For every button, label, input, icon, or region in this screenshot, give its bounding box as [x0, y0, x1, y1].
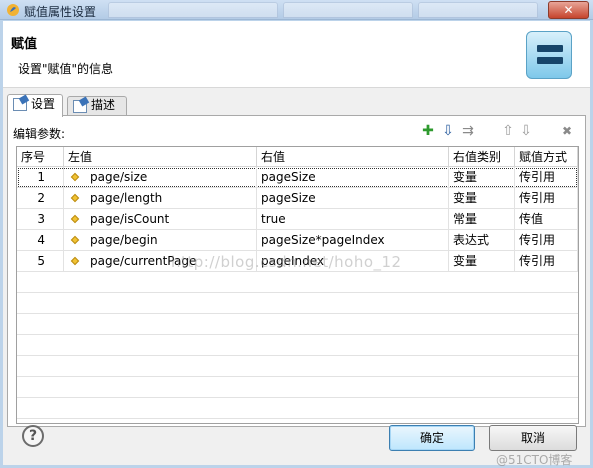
table-row[interactable]: 2 page/length pageSize 变量 传引用 — [17, 188, 578, 209]
cell-left-text: page/begin — [90, 233, 158, 247]
cell-right[interactable]: pageSize — [257, 188, 449, 208]
column-header-type[interactable]: 右值类别 — [449, 147, 515, 167]
ok-button[interactable]: 确定 — [389, 425, 475, 451]
watermark-corner: @51CTO博客 — [496, 453, 573, 467]
tab-settings[interactable]: 设置 — [7, 94, 63, 117]
move-up-icon[interactable]: ⇧ — [500, 123, 516, 139]
cell-right[interactable]: pageSize — [257, 167, 449, 187]
cell-type[interactable]: 表达式 — [449, 230, 515, 250]
close-button[interactable]: ✕ — [548, 1, 589, 19]
add-icon[interactable]: ✚ — [420, 123, 436, 139]
variable-diamond-icon — [70, 172, 80, 182]
cell-left-text: page/length — [90, 191, 163, 205]
column-header-no[interactable]: 序号 — [17, 147, 64, 167]
background-tab — [418, 2, 538, 18]
cell-no: 4 — [17, 230, 64, 250]
tab-description[interactable]: 描述 — [67, 96, 127, 115]
header-description: 设置"赋值"的信息 — [18, 62, 114, 76]
description-tab-icon — [73, 100, 87, 113]
background-tab — [108, 2, 278, 18]
empty-row — [17, 293, 578, 314]
header-title: 赋值 — [11, 37, 38, 52]
params-table: 序号 左值 右值 右值类别 赋值方式 1 page/size pageSize … — [16, 146, 579, 424]
cell-type[interactable]: 变量 — [449, 167, 515, 187]
cell-no: 1 — [17, 167, 64, 187]
settings-panel: 编辑参数: ✚ ⇩ ⇉ ⇧ ⇩ ✖ 序号 左值 右值 右值类别 赋值方式 1 p… — [7, 115, 586, 427]
cell-left-text: page/size — [90, 170, 148, 184]
dialog: 赋值 设置"赋值"的信息 设置 描述 编辑参数: ✚ ⇩ ⇉ ⇧ ⇩ ✖ 序号 … — [3, 21, 590, 467]
insert-icon[interactable]: ⇉ — [460, 123, 476, 139]
cell-no: 5 — [17, 251, 64, 271]
cell-right[interactable]: pageSize*pageIndex — [257, 230, 449, 250]
cell-left-text: page/isCount — [90, 212, 170, 226]
table-row[interactable]: 4 page/begin pageSize*pageIndex 表达式 传引用 — [17, 230, 578, 251]
params-label: 编辑参数: — [13, 127, 66, 141]
variable-diamond-icon — [70, 256, 80, 266]
dialog-header: 赋值 设置"赋值"的信息 — [3, 21, 590, 88]
app-logo-icon — [6, 3, 20, 17]
cell-mode[interactable]: 传引用 — [515, 251, 578, 271]
cell-mode[interactable]: 传引用 — [515, 230, 578, 250]
column-header-right[interactable]: 右值 — [257, 147, 449, 167]
cell-mode[interactable]: 传引用 — [515, 188, 578, 208]
cell-type[interactable]: 常量 — [449, 209, 515, 229]
assignment-equals-icon — [526, 31, 572, 79]
window-title: 赋值属性设置 — [24, 5, 97, 19]
cell-left[interactable]: page/size — [64, 167, 257, 187]
settings-tab-icon — [13, 98, 27, 111]
delete-icon[interactable]: ✖ — [559, 123, 575, 139]
table-header: 序号 左值 右值 右值类别 赋值方式 — [17, 147, 578, 167]
tab-description-label: 描述 — [91, 98, 116, 112]
column-header-left[interactable]: 左值 — [64, 147, 257, 167]
cell-left[interactable]: page/begin — [64, 230, 257, 250]
cancel-button[interactable]: 取消 — [489, 425, 577, 451]
variable-diamond-icon — [70, 214, 80, 224]
empty-row — [17, 377, 578, 398]
empty-row — [17, 398, 578, 419]
empty-row — [17, 356, 578, 377]
empty-row — [17, 335, 578, 356]
table-row[interactable]: 1 page/size pageSize 变量 传引用 — [17, 167, 578, 188]
background-tab — [283, 2, 413, 18]
cell-left[interactable]: page/length — [64, 188, 257, 208]
cell-type[interactable]: 变量 — [449, 188, 515, 208]
import-icon[interactable]: ⇩ — [440, 123, 456, 139]
cell-type[interactable]: 变量 — [449, 251, 515, 271]
cell-mode[interactable]: 传值 — [515, 209, 578, 229]
tab-settings-label: 设置 — [31, 97, 56, 111]
help-icon[interactable]: ? — [22, 425, 44, 447]
cell-mode[interactable]: 传引用 — [515, 167, 578, 187]
watermark-url: http://blog.csdn.net/hoho_12 — [171, 253, 402, 271]
variable-diamond-icon — [70, 193, 80, 203]
column-header-mode[interactable]: 赋值方式 — [515, 147, 578, 167]
empty-row — [17, 272, 578, 293]
variable-diamond-icon — [70, 235, 80, 245]
cell-right[interactable]: true — [257, 209, 449, 229]
cell-no: 3 — [17, 209, 64, 229]
cell-no: 2 — [17, 188, 64, 208]
empty-row — [17, 314, 578, 335]
cell-left[interactable]: page/isCount — [64, 209, 257, 229]
table-row[interactable]: 3 page/isCount true 常量 传值 — [17, 209, 578, 230]
move-down-icon[interactable]: ⇩ — [518, 123, 534, 139]
title-bar: 赋值属性设置 ✕ — [0, 0, 593, 20]
